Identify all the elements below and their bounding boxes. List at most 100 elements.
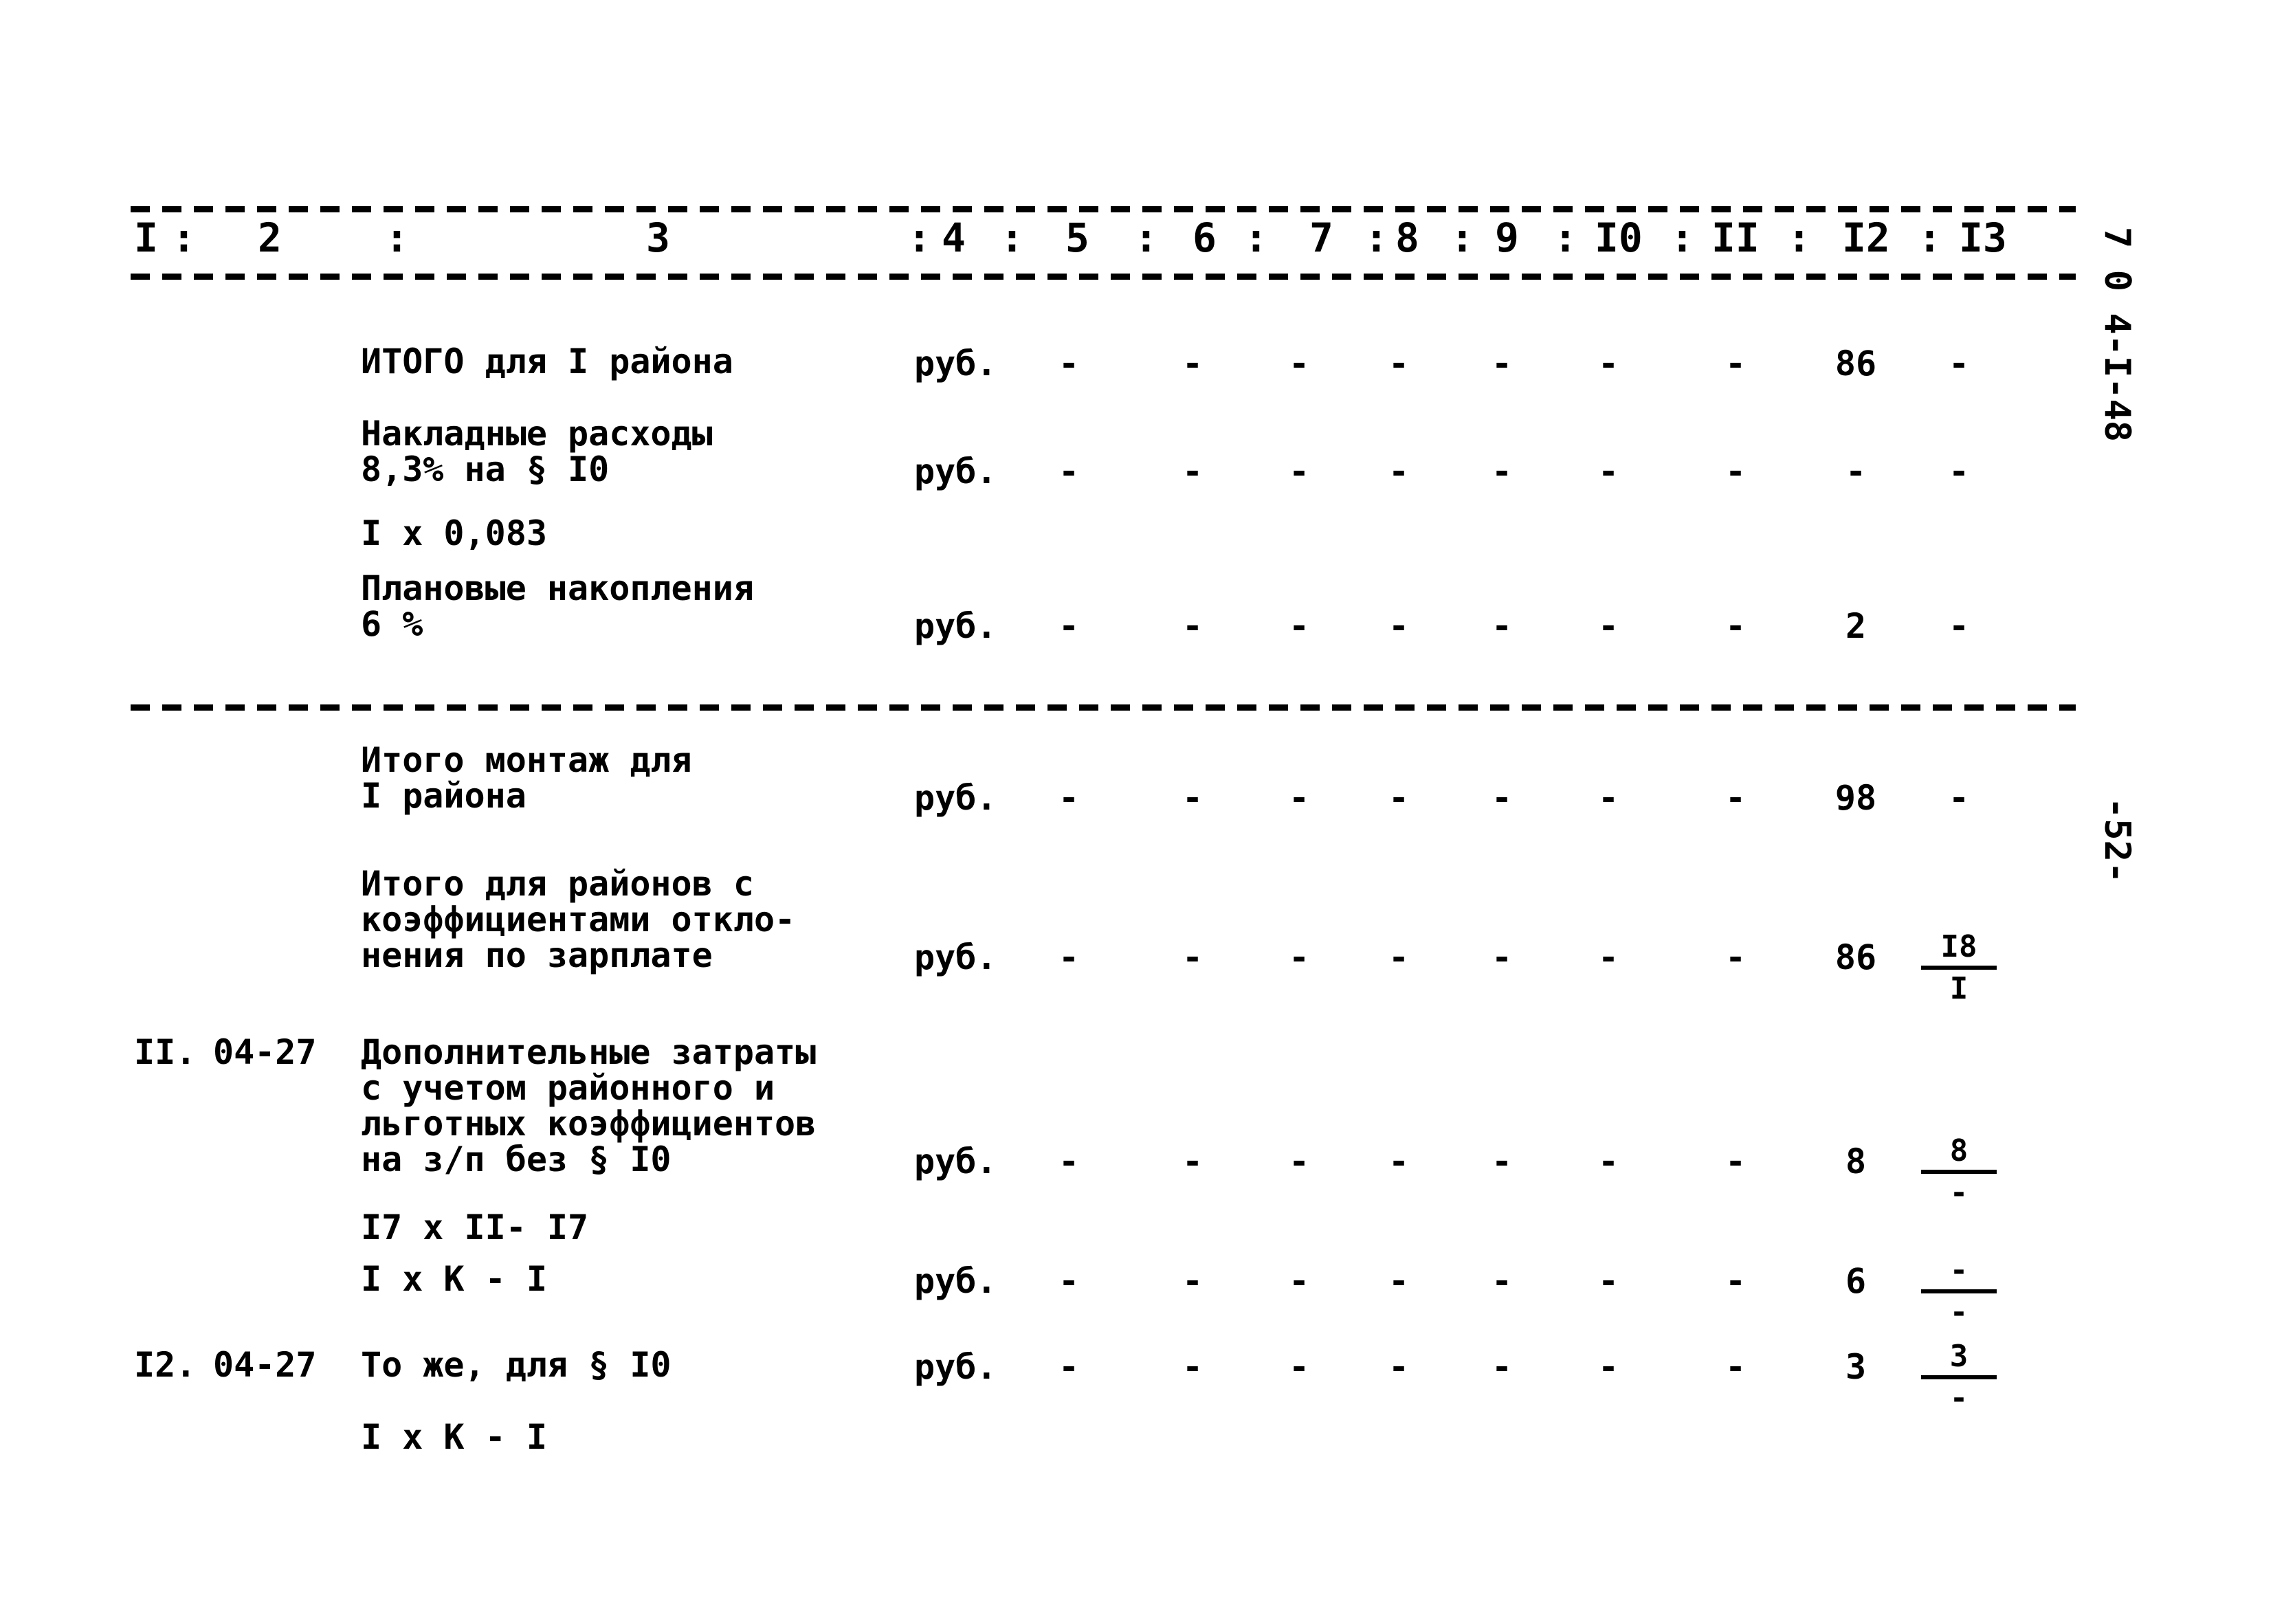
column-separator: : xyxy=(907,214,931,261)
row-value: - xyxy=(1597,1261,1619,1301)
row-value: - xyxy=(1182,344,1204,383)
column-separator: : xyxy=(1450,214,1474,261)
row-code: 04-27 xyxy=(213,1032,317,1072)
row-description: льготных коэффициентов xyxy=(361,1104,817,1144)
row-value: - xyxy=(1725,937,1747,977)
fraction-denominator: - xyxy=(1949,1381,1969,1416)
fraction-numerator: 8 xyxy=(1949,1133,1969,1168)
row-unit: руб. xyxy=(914,937,997,977)
fraction-bar xyxy=(1921,1375,1997,1379)
row-value: - xyxy=(1182,1142,1204,1181)
row-value: - xyxy=(1948,606,1970,646)
row-value: - xyxy=(1491,1142,1513,1181)
row-value: - xyxy=(1288,1261,1310,1301)
row-description: 8,3% на § I0 xyxy=(361,449,610,489)
row-value: - xyxy=(1491,606,1513,646)
row-value: - xyxy=(1288,344,1310,383)
row-value: - xyxy=(1182,1347,1204,1387)
row-number: I2. xyxy=(134,1345,197,1385)
row-value: - xyxy=(1725,452,1747,491)
row-description: I x K - I xyxy=(361,1417,547,1457)
row-description: Плановые накопления xyxy=(361,568,754,608)
row-value: - xyxy=(1058,937,1080,977)
row-unit: руб. xyxy=(914,1142,997,1181)
row-number: II. xyxy=(134,1032,197,1072)
row-value: - xyxy=(1491,778,1513,818)
row-value: - xyxy=(1388,344,1410,383)
fraction-bar xyxy=(1921,1289,1997,1293)
row-value: - xyxy=(1597,344,1619,383)
column-separator: : xyxy=(1000,214,1024,261)
row-value: - xyxy=(1058,1261,1080,1301)
header-bottom-rule xyxy=(131,274,2076,280)
row-value: - xyxy=(1058,344,1080,383)
column-separator: : xyxy=(1918,214,1942,261)
row-value: - xyxy=(1725,1261,1747,1301)
fraction-value: I8 I xyxy=(1921,929,1997,1006)
row-unit: руб. xyxy=(914,452,997,491)
column-separator: : xyxy=(1670,214,1694,261)
column-header: I2 xyxy=(1842,214,1890,261)
column-separator: : xyxy=(1364,214,1388,261)
row-value: - xyxy=(1388,606,1410,646)
row-value: - xyxy=(1182,937,1204,977)
row-description: Дополнительные затраты xyxy=(361,1032,817,1072)
row-value: - xyxy=(1597,1142,1619,1181)
row-description: ИТОГО для I района xyxy=(361,342,733,381)
fraction-value: 3- xyxy=(1921,1339,1997,1416)
row-unit: руб. xyxy=(914,1261,997,1301)
row-value: - xyxy=(1288,778,1310,818)
column-separator: : xyxy=(172,214,196,261)
row-value: - xyxy=(1058,606,1080,646)
fraction-denominator: - xyxy=(1949,1295,1969,1330)
column-separator: : xyxy=(1787,214,1811,261)
row-value: - xyxy=(1597,1347,1619,1387)
row-value: 6 xyxy=(1845,1261,1867,1301)
fraction-denominator: - xyxy=(1949,1175,1969,1210)
row-value: 8 xyxy=(1845,1142,1867,1181)
fraction-value: -- xyxy=(1921,1253,1997,1330)
fraction-numerator: I8 xyxy=(1940,929,1977,964)
column-header: 4 xyxy=(942,214,966,261)
row-value: - xyxy=(1597,937,1619,977)
row-unit: руб. xyxy=(914,1347,997,1387)
row-description: То же, для § I0 xyxy=(361,1345,672,1385)
row-value: - xyxy=(1288,937,1310,977)
row-description: Накладные расходы xyxy=(361,414,713,454)
row-description: I7 x II- I7 xyxy=(361,1208,589,1247)
row-value: - xyxy=(1182,778,1204,818)
row-value: - xyxy=(1725,1142,1747,1181)
row-description: I x 0,083 xyxy=(361,513,547,553)
row-description: 6 % xyxy=(361,604,423,644)
column-header: 7 xyxy=(1309,214,1333,261)
row-value: - xyxy=(1597,452,1619,491)
row-value: - xyxy=(1491,1347,1513,1387)
row-value: - xyxy=(1948,344,1970,383)
fraction-bar xyxy=(1921,966,1997,970)
row-description: нения по зарплате xyxy=(361,935,713,975)
row-value: - xyxy=(1597,606,1619,646)
row-value: - xyxy=(1388,1142,1410,1181)
column-header: I xyxy=(134,214,158,261)
row-value: - xyxy=(1725,606,1747,646)
row-value: - xyxy=(1597,778,1619,818)
column-header: 2 xyxy=(258,214,282,261)
row-value: 2 xyxy=(1845,606,1867,646)
row-value: - xyxy=(1182,606,1204,646)
row-value: - xyxy=(1388,937,1410,977)
row-description: на з/п без § I0 xyxy=(361,1139,672,1179)
column-separator: : xyxy=(1244,214,1268,261)
row-description: I района xyxy=(361,776,526,816)
column-header: I3 xyxy=(1959,214,2007,261)
header-top-rule xyxy=(131,206,2076,212)
page-number: -52- xyxy=(2096,797,2138,884)
column-header: 9 xyxy=(1495,214,1519,261)
row-value: - xyxy=(1288,606,1310,646)
row-value: - xyxy=(1288,1347,1310,1387)
row-code: 04-27 xyxy=(213,1345,317,1385)
fraction-value: 8- xyxy=(1921,1133,1997,1210)
fraction-denominator: I xyxy=(1949,971,1969,1006)
row-value: 86 xyxy=(1834,344,1877,383)
row-value: - xyxy=(1388,1261,1410,1301)
row-value: - xyxy=(1058,1142,1080,1181)
